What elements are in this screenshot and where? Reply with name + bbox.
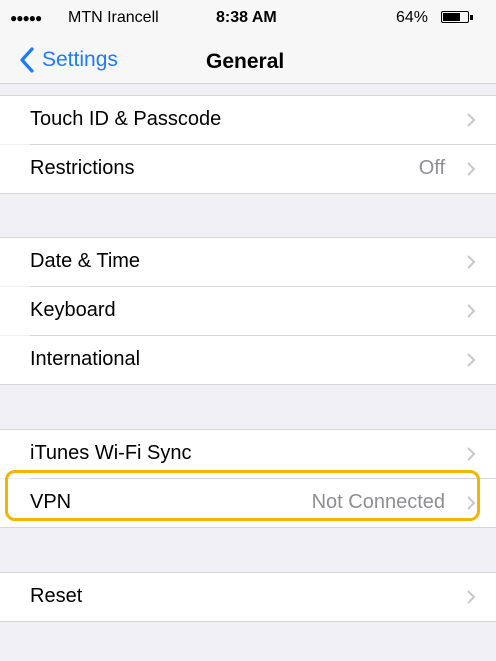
row-label: Touch ID & Passcode [30, 108, 222, 130]
vpn-highlight-outline [5, 470, 480, 521]
back-button[interactable]: Settings [18, 46, 118, 74]
row-value: Off [418, 157, 445, 179]
chevron-right-icon [467, 590, 476, 604]
signal-strength-icon: ●●●●● [10, 11, 42, 25]
row-label: International [30, 348, 141, 370]
page-title: General [206, 50, 285, 73]
settings-row-date-time[interactable]: Date & Time [0, 238, 496, 286]
chevron-left-icon [20, 47, 34, 73]
settings-row-international[interactable]: International [0, 336, 496, 384]
back-button-label: Settings [42, 48, 118, 71]
settings-row-restrictions[interactable]: Restrictions Off [0, 145, 496, 193]
navigation-bar: Settings General [0, 38, 496, 84]
settings-row-reset[interactable]: Reset [0, 573, 496, 621]
group-divider [0, 384, 496, 385]
chevron-right-icon [467, 162, 476, 176]
status-time: 8:38 AM [216, 9, 277, 26]
group-divider [0, 193, 496, 194]
battery-fill [443, 13, 460, 21]
battery-percentage: 64% [396, 9, 429, 26]
group-divider [0, 527, 496, 528]
chevron-right-icon [467, 113, 476, 127]
group-divider [0, 621, 496, 622]
carrier-name: MTN Irancell [68, 9, 159, 26]
row-label: iTunes Wi-Fi Sync [30, 442, 192, 464]
settings-row-keyboard[interactable]: Keyboard [0, 287, 496, 335]
row-label: Restrictions [30, 157, 135, 179]
chevron-right-icon [467, 304, 476, 318]
battery-icon [441, 11, 469, 23]
row-label: Reset [30, 585, 83, 607]
chevron-right-icon [467, 447, 476, 461]
battery-tip [470, 15, 473, 20]
status-bar: ●●●●● MTN Irancell 8:38 AM 64% [0, 0, 496, 38]
row-label: Date & Time [30, 250, 141, 272]
chevron-right-icon [467, 353, 476, 367]
settings-row-touch-id-passcode[interactable]: Touch ID & Passcode [0, 96, 496, 144]
chevron-right-icon [467, 255, 476, 269]
row-label: Keyboard [30, 299, 116, 321]
